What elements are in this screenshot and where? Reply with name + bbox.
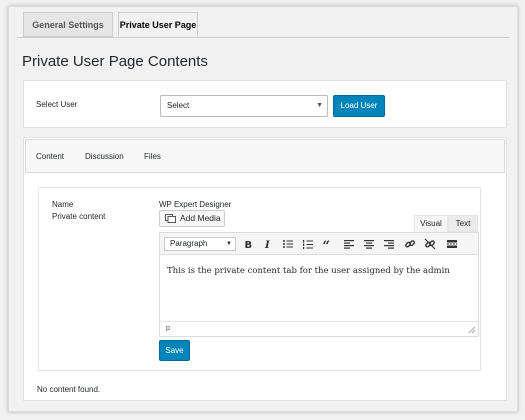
page-title: Private User Page Contents [22,53,208,70]
tab-content[interactable]: Content [36,152,64,161]
select-user-panel: Select User Select ▼ Load User [23,80,507,128]
editor-status-bar: p [160,321,478,336]
add-media-button[interactable]: Add Media [159,210,225,227]
tab-divider [17,37,509,38]
svg-text:I: I [264,240,270,250]
tab-general-settings[interactable]: General Settings [23,12,113,37]
tab-visual[interactable]: Visual [414,215,448,232]
align-right-icon[interactable] [383,238,395,250]
name-value: WP Expert Designer [159,200,232,209]
chevron-down-icon: ▼ [316,102,323,109]
format-select-value: Paragraph [170,239,208,248]
numbered-list-icon[interactable] [302,238,314,250]
element-path[interactable]: p [166,325,170,332]
format-select[interactable]: Paragraph ▼ [164,237,236,251]
blockquote-icon[interactable]: “ [322,238,334,250]
align-center-icon[interactable] [363,238,375,250]
read-more-icon[interactable] [446,238,458,250]
contents-panel: Content Discussion Files Name WP Expert … [23,137,507,401]
tab-text[interactable]: Text [448,215,478,232]
editor-toolbar: Paragraph ▼ B I “ [160,233,478,255]
private-content-label: Private content [52,212,106,221]
tab-files[interactable]: Files [144,152,161,161]
media-icon [165,214,176,223]
tab-discussion[interactable]: Discussion [85,152,124,161]
name-label: Name [52,200,74,209]
user-select-value: Select [167,101,190,110]
content-form: Name WP Expert Designer Private content … [38,187,481,371]
bulleted-list-icon[interactable] [282,238,294,250]
no-content-message: No content found. [37,385,101,394]
select-user-label: Select User [36,100,78,109]
svg-text:“: “ [323,239,330,250]
insert-link-icon[interactable] [404,238,416,250]
svg-text:B: B [245,240,253,250]
tab-private-user-page[interactable]: Private User Page [118,12,198,37]
user-select[interactable]: Select ▼ [160,95,328,117]
chevron-down-icon: ▼ [226,241,232,247]
save-button[interactable]: Save [159,340,190,361]
load-user-button[interactable]: Load User [333,95,385,117]
rich-text-editor: Paragraph ▼ B I “ This is the private co… [159,232,479,337]
resize-handle-icon[interactable] [468,326,476,334]
align-left-icon[interactable] [343,238,355,250]
add-media-label: Add Media [180,213,221,223]
italic-icon[interactable]: I [262,238,274,250]
remove-link-icon[interactable] [424,238,436,250]
bold-icon[interactable]: B [242,238,254,250]
settings-window: General Settings Private User Page Priva… [8,6,518,412]
editor-content[interactable]: This is the private content tab for the … [160,255,478,323]
content-subtabs: Content Discussion Files [25,139,505,173]
